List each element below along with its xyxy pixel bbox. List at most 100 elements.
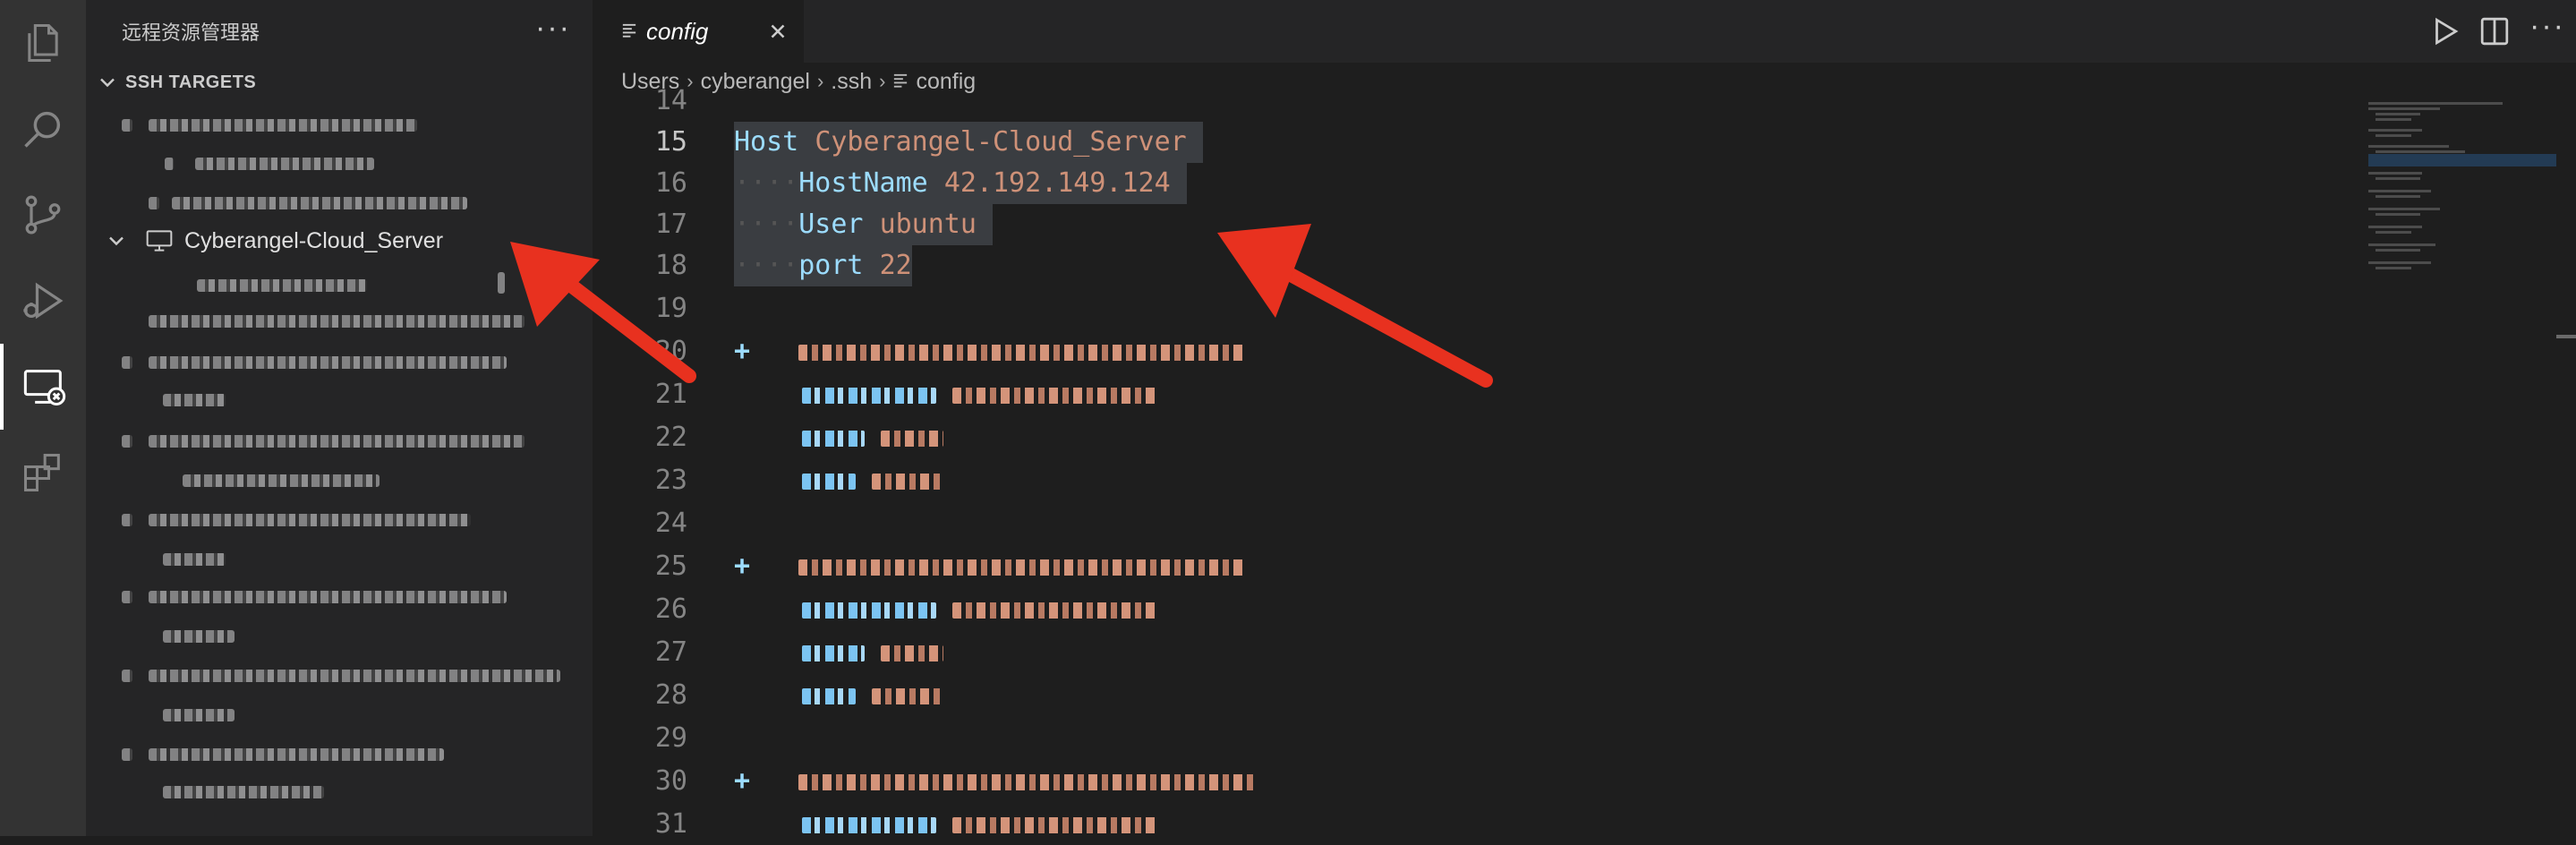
code-key: HostName [798,167,928,199]
line-number: 19 [654,293,687,324]
run-icon[interactable] [2429,16,2460,47]
line-number: 26 [654,593,687,625]
blurred-host-entry[interactable] [149,119,417,132]
file-lines-icon [622,23,636,38]
blurred-host-entry[interactable] [122,356,132,369]
line-number: 21 [654,379,687,410]
code-value: ubuntu [879,209,977,240]
breadcrumb-cyberangel[interactable]: cyberangel [701,69,810,95]
scrollbar-thumb[interactable] [2556,335,2576,338]
blurred-host-entry [183,474,380,487]
code-editor[interactable]: 14 15 Host Cyberangel-Cloud_Server 16 ··… [593,85,2576,840]
code-value: 42.192.149.124 [943,167,1171,199]
blurred-host-entry [498,272,505,294]
blurred-host-entry[interactable] [149,748,444,761]
minimap[interactable] [2368,100,2556,315]
blurred-host-entry [195,158,374,170]
blurred-host-entry[interactable] [149,356,507,369]
code-value: Cyberangel-Cloud_Server [815,126,1187,158]
sidebar-header: 远程资源管理器 ··· [86,0,593,63]
code-key: Host [734,126,799,158]
editor-more-button[interactable]: ··· [2529,9,2565,44]
blurred-host-entry[interactable] [122,435,132,448]
sidebar-more-button[interactable]: ··· [535,11,571,46]
blurred-host-entry[interactable] [122,670,132,682]
blurred-code-line [802,632,944,673]
sidebar-title: 远程资源管理器 [122,21,260,44]
blurred-code-line: + [734,546,1247,587]
line-number: 22 [654,422,687,453]
line-number: 24 [654,508,687,539]
blurred-code-line [802,374,1159,415]
editor-area: config ··· Users › cyberangel › .ssh › c… [593,0,2576,840]
explorer-icon[interactable] [0,0,86,86]
blurred-code-line [802,460,944,501]
blurred-host-entry[interactable] [149,315,525,328]
blurred-code-line [802,804,1159,845]
line-number: 17 [654,209,687,240]
code-line-host: Host Cyberangel-Cloud_Server [734,122,1203,163]
chevron-right-icon: › [879,70,886,92]
monitor-icon [146,230,173,252]
blurred-host-entry [165,158,174,170]
code-line-user: ····User ubuntu [734,204,993,245]
host-item-cyberangel[interactable]: Cyberangel-Cloud_Server [86,220,593,261]
blurred-code-line [802,675,944,716]
breadcrumb-ssh[interactable]: .ssh [831,69,872,95]
file-lines-icon [894,73,908,88]
run-debug-icon[interactable] [0,258,86,344]
chevron-down-icon [109,236,124,246]
line-number: 20 [654,336,687,367]
blurred-code-line: + [734,761,1256,802]
line-number: 25 [654,551,687,582]
chevron-right-icon: › [687,70,694,92]
line-number: 18 [654,250,687,281]
whitespace-indent: ···· [734,250,799,281]
breadcrumb-config[interactable]: config [916,69,976,95]
activity-bar [0,0,86,836]
code-line-port: ····port 22 [734,245,912,286]
blurred-host-entry[interactable] [149,514,471,526]
breadcrumb: Users › cyberangel › .ssh › config [593,63,2576,100]
chevron-right-icon: › [816,70,824,92]
tab-label: config [646,17,709,45]
blurred-host-entry[interactable] [122,119,132,132]
host-label: Cyberangel-Cloud_Server [184,227,444,253]
blurred-host-entry [163,786,324,798]
code-line-hostname: ····HostName 42.192.149.124 [734,163,1187,204]
blurred-host-entry[interactable] [149,197,159,209]
blurred-host-entry [163,553,226,566]
chevron-down-icon [100,78,115,88]
blurred-host-entry [163,394,226,406]
line-number: 23 [654,465,687,496]
line-number: 28 [654,679,687,711]
line-number: 31 [654,808,687,840]
line-number: 30 [654,765,687,797]
code-key: port [798,250,864,281]
close-icon[interactable] [766,20,789,43]
blurred-host-entry[interactable] [149,435,525,448]
line-number: 27 [654,636,687,668]
source-control-icon[interactable] [0,172,86,258]
blurred-host-entry [163,630,235,643]
blurred-host-entry[interactable] [149,670,560,682]
line-number: 14 [654,85,687,116]
whitespace-indent: ···· [734,167,799,199]
blurred-host-entry[interactable] [122,514,132,526]
whitespace-indent: ···· [734,209,799,240]
blurred-host-entry[interactable] [122,748,132,761]
line-number: 29 [654,722,687,754]
blurred-host-entry[interactable] [122,591,132,603]
split-editor-icon[interactable] [2479,16,2510,47]
blurred-code-line: + [734,331,1247,372]
remote-explorer-icon[interactable] [0,344,86,430]
blurred-host-entry[interactable] [149,591,507,603]
blurred-host-entry[interactable] [172,197,467,209]
line-number: 15 [654,126,687,158]
blurred-host-entry [197,279,367,292]
tab-config[interactable]: config [593,0,804,63]
line-number: 16 [654,167,687,199]
search-icon[interactable] [0,86,86,172]
ssh-targets-section[interactable]: SSH TARGETS [86,64,593,100]
extensions-icon[interactable] [0,430,86,516]
